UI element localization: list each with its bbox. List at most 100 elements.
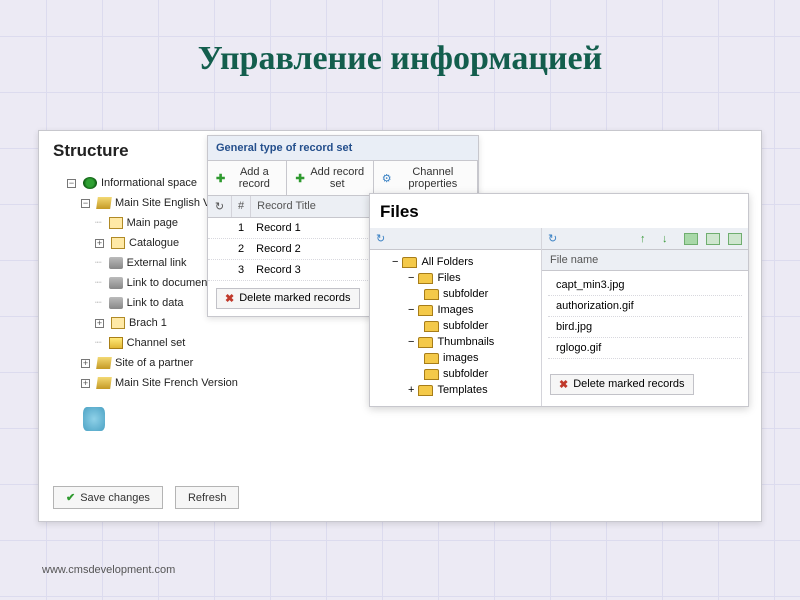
button-label: Delete marked records bbox=[239, 292, 350, 305]
tree-label: Main Site English Ve bbox=[115, 194, 216, 212]
tree-label: Channel set bbox=[127, 334, 186, 352]
view-details-icon[interactable] bbox=[728, 233, 742, 245]
tree-label: External link bbox=[127, 254, 187, 272]
folder-item[interactable]: subfolder bbox=[424, 286, 535, 302]
file-row[interactable]: rglogo.gif bbox=[548, 338, 742, 359]
tree-label: Files bbox=[437, 272, 460, 284]
arrow-down-icon[interactable] bbox=[662, 233, 676, 245]
folder-icon bbox=[424, 369, 439, 380]
slide-area: Structure − Informational space − Main S… bbox=[38, 130, 762, 522]
reload-icon[interactable] bbox=[548, 232, 562, 245]
folder-icon bbox=[424, 289, 439, 300]
folder-icon bbox=[418, 273, 433, 284]
link-icon bbox=[109, 277, 123, 289]
expand-icon[interactable]: + bbox=[81, 359, 90, 368]
button-label: Add record set bbox=[310, 166, 365, 190]
folder-item[interactable]: + Templates bbox=[408, 382, 535, 398]
expand-icon[interactable]: + bbox=[81, 379, 90, 388]
expand-icon[interactable]: + bbox=[95, 239, 104, 248]
tree-label: Thumbnails bbox=[437, 336, 494, 348]
collapse-icon[interactable]: − bbox=[408, 272, 414, 284]
file-row[interactable]: bird.jpg bbox=[548, 317, 742, 338]
tree-label: Templates bbox=[437, 384, 487, 396]
reload-icon[interactable] bbox=[376, 232, 390, 245]
file-row[interactable]: capt_min3.jpg bbox=[548, 275, 742, 296]
page-icon bbox=[109, 217, 123, 229]
folder-icon bbox=[418, 305, 433, 316]
tree-label: Site of a partner bbox=[115, 354, 193, 372]
site-icon bbox=[96, 357, 112, 369]
page-title: Управление информацией bbox=[0, 40, 800, 78]
add-record-set-button[interactable]: ✚ Add record set bbox=[287, 161, 373, 195]
trash-icon[interactable] bbox=[83, 407, 105, 431]
folder-item[interactable]: − Images bbox=[408, 302, 535, 318]
tree-item[interactable]: + Main Site French Version bbox=[81, 373, 238, 393]
tree-item[interactable]: + Site of a partner bbox=[81, 353, 238, 373]
folder-icon bbox=[424, 353, 439, 364]
collapse-icon[interactable]: − bbox=[67, 179, 76, 188]
arrow-up-icon[interactable] bbox=[640, 233, 654, 245]
files-panel: Files −All Folders −Files subfolder bbox=[369, 193, 749, 407]
x-icon: ✖ bbox=[225, 292, 234, 305]
file-name-column[interactable]: File name bbox=[542, 250, 748, 271]
tree-label: Informational space bbox=[101, 174, 197, 192]
x-icon: ✖ bbox=[559, 378, 568, 391]
files-title: Files bbox=[370, 194, 748, 228]
collapse-icon[interactable]: − bbox=[392, 256, 398, 268]
tree-label: Link to documen bbox=[127, 274, 208, 292]
tree-label: Link to data bbox=[127, 294, 184, 312]
plus-icon: ✚ bbox=[216, 172, 225, 185]
button-label: Delete marked records bbox=[573, 378, 684, 391]
plus-icon: ✚ bbox=[295, 172, 304, 185]
folder-icon bbox=[418, 385, 433, 396]
tree-label: images bbox=[443, 352, 478, 364]
world-icon bbox=[83, 177, 97, 189]
cell: 1 bbox=[232, 218, 250, 238]
page-icon bbox=[111, 237, 125, 249]
folder-item[interactable]: subfolder bbox=[424, 366, 535, 382]
folder-item[interactable]: subfolder bbox=[424, 318, 535, 334]
folder-item[interactable]: − Files bbox=[408, 270, 535, 286]
tree-item[interactable]: Channel set bbox=[95, 333, 238, 353]
tree-label: All Folders bbox=[421, 256, 473, 268]
expand-icon[interactable]: + bbox=[408, 384, 414, 396]
gear-icon: ⚙ bbox=[382, 172, 392, 185]
tree-label: Main page bbox=[127, 214, 178, 232]
tree-label: subfolder bbox=[443, 320, 488, 332]
site-icon bbox=[96, 197, 112, 209]
tree-label: subfolder bbox=[443, 288, 488, 300]
tree-label: Brach 1 bbox=[129, 314, 167, 332]
structure-title: Structure bbox=[53, 141, 129, 161]
button-label: Refresh bbox=[188, 492, 227, 504]
refresh-button[interactable]: Refresh bbox=[175, 486, 240, 509]
collapse-icon[interactable]: − bbox=[408, 304, 414, 316]
delete-marked-files-button[interactable]: ✖ Delete marked records bbox=[550, 374, 694, 395]
tree-label: Main Site French Version bbox=[115, 374, 238, 392]
file-row[interactable]: authorization.gif bbox=[548, 296, 742, 317]
button-label: Add a record bbox=[230, 166, 278, 190]
folders-tree: −All Folders −Files subfolder −Images su… bbox=[370, 250, 541, 406]
tree-label: subfolder bbox=[443, 368, 488, 380]
panel-header: General type of record set bbox=[208, 136, 478, 161]
delete-marked-button[interactable]: ✖ Delete marked records bbox=[216, 288, 360, 309]
page-icon bbox=[111, 317, 125, 329]
column-number[interactable]: # bbox=[232, 196, 251, 217]
expand-icon[interactable]: + bbox=[95, 319, 104, 328]
link-icon bbox=[109, 297, 123, 309]
folder-icon bbox=[418, 337, 433, 348]
tree-label: Images bbox=[437, 304, 473, 316]
view-thumbnails-icon[interactable] bbox=[684, 233, 698, 245]
cell: 2 bbox=[232, 239, 250, 259]
button-label: Save changes bbox=[80, 492, 150, 504]
collapse-icon[interactable]: − bbox=[81, 199, 90, 208]
add-record-button[interactable]: ✚ Add a record bbox=[208, 161, 287, 195]
sort-icon[interactable]: ↻ bbox=[208, 196, 232, 217]
tree-label: Catalogue bbox=[129, 234, 179, 252]
save-changes-button[interactable]: ✔Save changes bbox=[53, 486, 163, 509]
channel-properties-button[interactable]: ⚙Channel properties bbox=[374, 161, 478, 195]
folder-item[interactable]: images bbox=[424, 350, 535, 366]
view-list-icon[interactable] bbox=[706, 233, 720, 245]
collapse-icon[interactable]: − bbox=[408, 336, 414, 348]
folder-item[interactable]: − Thumbnails bbox=[408, 334, 535, 350]
folder-item[interactable]: − All Folders bbox=[392, 254, 535, 270]
